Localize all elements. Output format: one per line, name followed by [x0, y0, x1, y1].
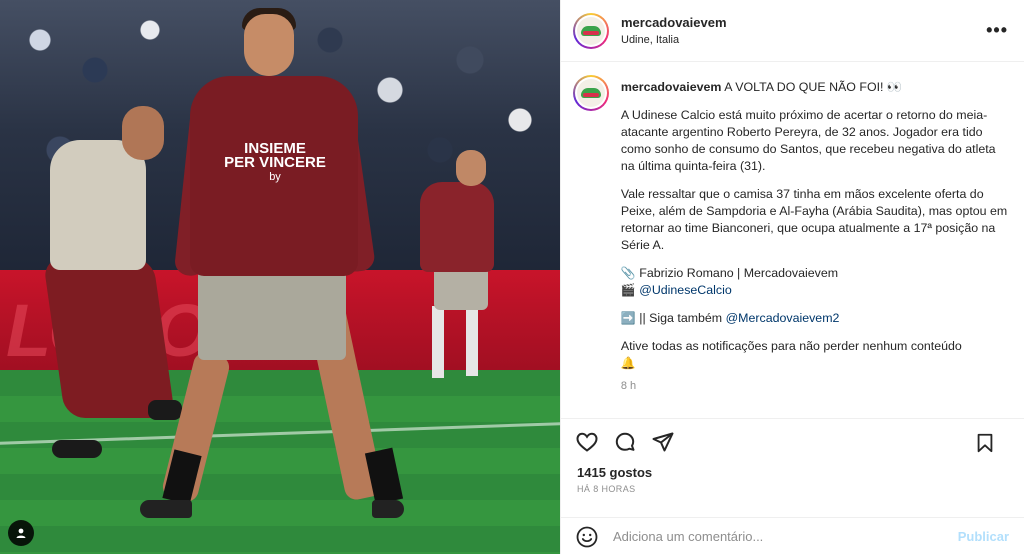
save-button[interactable]: [973, 431, 997, 455]
comment-button[interactable]: [613, 430, 637, 454]
post-photo[interactable]: LOCOO INSIEME PER VINCERE by: [0, 0, 560, 554]
person-icon: [16, 528, 26, 538]
caption-avatar[interactable]: [573, 75, 609, 111]
bell-icon: 🔔: [620, 356, 636, 370]
comment-bar: Publicar: [561, 517, 1024, 554]
post-header: mercadovaievem Udine, Italia •••: [561, 0, 1024, 62]
caption-paragraph-1: A Udinese Calcio está muito próximo de a…: [620, 108, 996, 173]
comment-input[interactable]: [613, 529, 943, 544]
comment-icon: [615, 432, 635, 451]
paperclip-icon: 📎: [620, 266, 636, 280]
post-timestamp: HÁ 8 HORAS: [577, 484, 636, 494]
avatar[interactable]: [573, 12, 609, 49]
mention-link-udinese[interactable]: @UdineseCalcio: [639, 283, 731, 297]
post-side-panel: mercadovaievem Udine, Italia ••• mercado…: [560, 0, 1024, 554]
mention-link-mercadovaievem2[interactable]: @Mercadovaievem2: [726, 311, 840, 325]
caption-time: 8 h: [620, 380, 637, 392]
header-location[interactable]: Udine, Italia: [621, 34, 727, 46]
caption-paragraph-2: Vale ressaltar que o camisa 37 tinha em …: [620, 187, 1008, 252]
send-icon: [652, 432, 674, 452]
caption-follow: ➡️ || Siga também @Mercadovaievem2: [620, 311, 840, 325]
bookmark-icon: [977, 433, 993, 453]
heart-icon: [576, 432, 598, 452]
publish-button[interactable]: Publicar: [958, 529, 1009, 544]
shirt-text: INSIEME PER VINCERE by: [224, 140, 326, 183]
caption-username[interactable]: mercadovaievem: [621, 80, 722, 94]
smile-icon: [576, 526, 598, 547]
caption-notify: Ative todas as notificações para não per…: [620, 339, 962, 370]
caption-credits: 📎 Fabrizio Romano | Mercadovaievem 🎬 @Ud…: [620, 266, 839, 297]
likes-count[interactable]: 1415 gostos: [561, 465, 1024, 480]
tagged-users-button[interactable]: [8, 520, 34, 546]
post-view: LOCOO INSIEME PER VINCERE by: [0, 0, 1024, 554]
share-button[interactable]: [651, 430, 675, 454]
header-username[interactable]: mercadovaievem: [621, 15, 727, 30]
caption: mercadovaievem A VOLTA DO QUE NÃO FOI! 👀…: [561, 63, 1024, 413]
clapper-icon: 🎬: [620, 283, 636, 297]
caption-headline: A VOLTA DO QUE NÃO FOI! 👀: [724, 80, 903, 94]
like-button[interactable]: [575, 430, 599, 454]
post-actions: 1415 gostos HÁ 8 HORAS Publicar: [561, 418, 1024, 554]
arrow-right-icon: ➡️: [620, 311, 636, 325]
more-options-icon[interactable]: •••: [986, 20, 1008, 41]
emoji-button[interactable]: [575, 525, 599, 549]
